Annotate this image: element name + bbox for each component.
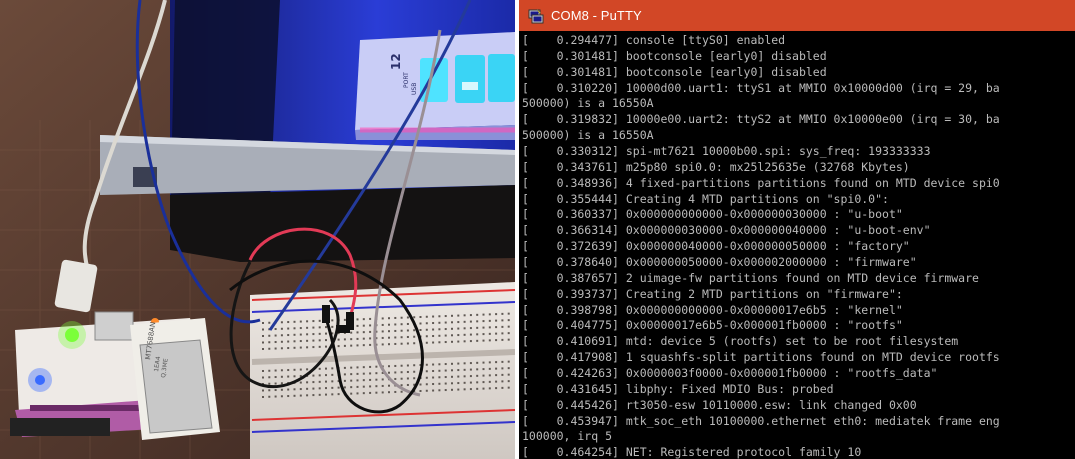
terminal-line: [ 0.393737] Creating 2 MTD partitions on… [522,286,903,301]
terminal-line: [ 0.372639] 0x000000040000-0x00000005000… [522,239,910,254]
terminal-line: 100000, irq 5 [522,429,613,444]
terminal-line: [ 0.387657] 2 uimage-fw partitions found… [522,270,979,285]
terminal-line: [ 0.348936] 4 fixed-partitions partition… [522,175,1000,190]
terminal-line: [ 0.319832] 10000e00.uart2: ttyS2 at MMI… [522,112,1000,127]
putty-window[interactable]: COM8 - PuTTY [ 0.294477] console [ttyS0]… [519,0,1075,459]
terminal-line: [ 0.431645] libphy: Fixed MDIO Bus: prob… [522,381,834,396]
terminal-line: [ 0.378640] 0x000000050000-0x00000200000… [522,255,917,270]
terminal-line: 500000) is a 16550A [522,96,654,111]
hardware-photo: 12 PORT USB MT7688AN 1EA4 Q.3ME [0,0,515,459]
omega-module: MT7688AN 1EA4 Q.3ME [130,318,220,440]
hub-label-number: 12 [389,53,403,70]
window-title: COM8 - PuTTY [551,8,642,23]
terminal-line: [ 0.366314] 0x000000030000-0x00000004000… [522,223,931,238]
terminal-output[interactable]: [ 0.294477] console [ttyS0] enabled[ 0.3… [522,33,1075,459]
terminal-line: [ 0.310220] 10000d00.uart1: ttyS1 at MMI… [522,80,1000,95]
terminal-line: [ 0.360337] 0x000000000000-0x00000003000… [522,207,903,222]
terminal-line: [ 0.355444] Creating 4 MTD partitions on… [522,191,889,206]
terminal-line: [ 0.343761] m25p80 spi0.0: mx25l25635e (… [522,159,910,174]
terminal-line: [ 0.410691] mtd: device 5 (rootfs) set t… [522,334,959,349]
terminal-line: [ 0.404775] 0x00000017e6b5-0x000001fb000… [522,318,903,333]
terminal-line: [ 0.453947] mtk_soc_eth 10100000.etherne… [522,413,1000,428]
terminal-line: [ 0.424263] 0x0000003f0000-0x000001fb000… [522,366,938,381]
terminal-line: [ 0.301481] bootconsole [early0] disable… [522,64,827,79]
usb-hub: 12 PORT USB [355,32,515,140]
terminal-line: [ 0.445426] rt3050-esw 10110000.esw: lin… [522,397,917,412]
terminal-line: [ 0.464254] NET: Registered protocol fam… [522,445,862,459]
terminal-line: [ 0.301481] bootconsole [early0] disable… [522,48,827,63]
hub-label-port: PORT [403,72,410,88]
terminal-line: [ 0.417908] 1 squashfs-split partitions … [522,350,1000,365]
terminal-line: [ 0.398798] 0x000000000000-0x00000017e6b… [522,302,903,317]
putty-icon [528,8,544,23]
terminal-line: [ 0.294477] console [ttyS0] enabled [522,33,786,47]
hub-label-usb: USB [411,83,418,95]
terminal-line: 500000) is a 16550A [522,128,654,143]
title-bar[interactable]: COM8 - PuTTY [519,0,1075,31]
terminal-line: [ 0.330312] spi-mt7621 10000b00.spi: sys… [522,144,931,159]
